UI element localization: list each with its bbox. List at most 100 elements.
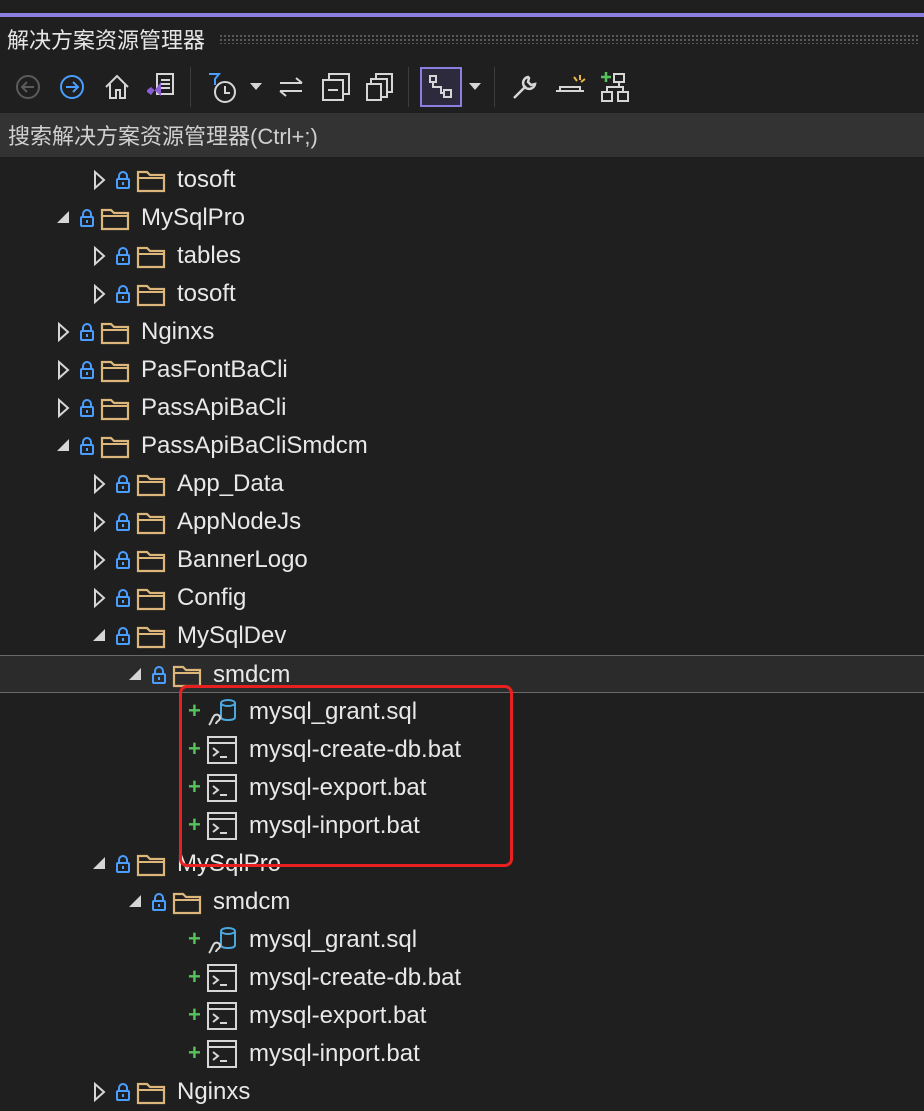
tree-folder-item[interactable]: MySqlPro — [0, 845, 924, 883]
dropdown-arrow-icon — [250, 83, 262, 90]
expand-arrow[interactable] — [90, 549, 110, 571]
collapse-arrow[interactable] — [54, 208, 74, 228]
expand-arrow[interactable] — [54, 321, 74, 343]
expanded-triangle-icon — [129, 668, 141, 680]
tree-folder-item[interactable]: BannerLogo — [0, 541, 924, 579]
tree-folder-item[interactable]: AppNodeJs — [0, 503, 924, 541]
expand-arrow[interactable] — [90, 283, 110, 305]
back-icon — [16, 75, 40, 99]
expanded-triangle-icon — [93, 629, 105, 641]
back-button[interactable] — [12, 61, 44, 113]
expanded-triangle-icon — [129, 895, 141, 907]
expand-arrow[interactable] — [90, 587, 110, 609]
preview-dropdown[interactable] — [466, 61, 484, 113]
added-to-source-control-icon: + — [188, 926, 201, 951]
tree-file-item[interactable]: + mysql-inport.bat — [0, 1035, 924, 1073]
batch-file-icon-wrapper — [206, 963, 238, 993]
tree-item-label: Nginxs — [141, 318, 215, 345]
batch-file-icon — [207, 1002, 237, 1030]
dropdown-arrow-icon — [469, 83, 481, 90]
tree-folder-item[interactable]: PassApiBaCli — [0, 389, 924, 427]
tree-folder-item[interactable]: MySqlPro — [0, 199, 924, 237]
forward-button[interactable] — [56, 61, 88, 113]
tree-file-item[interactable]: + mysql-export.bat — [0, 997, 924, 1035]
lock-icon-wrapper — [116, 589, 130, 607]
switch-views-button[interactable] — [142, 61, 178, 113]
tree-item-label: mysql-inport.bat — [249, 1040, 420, 1067]
tree-file-item[interactable]: + mysql-inport.bat — [0, 807, 924, 845]
folder-icon-wrapper — [136, 625, 166, 649]
pending-changes-button[interactable] — [550, 61, 590, 113]
collapse-arrow[interactable] — [90, 626, 110, 646]
properties-button[interactable] — [506, 61, 544, 113]
tree-file-item[interactable]: + mysql-create-db.bat — [0, 731, 924, 769]
folder-icon — [172, 892, 202, 915]
collapsed-triangle-icon — [58, 359, 70, 381]
tree-folder-item[interactable]: Nginxs — [0, 1073, 924, 1111]
toolbar — [0, 61, 924, 113]
lock-icon-wrapper — [116, 551, 130, 569]
expand-arrow[interactable] — [90, 169, 110, 191]
expand-arrow[interactable] — [90, 473, 110, 495]
expanded-triangle-icon — [93, 857, 105, 869]
tree-file-item[interactable]: + mysql-export.bat — [0, 769, 924, 807]
panel-titlebar[interactable]: 解决方案资源管理器 — [0, 17, 924, 61]
collapse-all-button[interactable] — [318, 61, 354, 113]
sql-file-icon-wrapper — [206, 697, 238, 727]
lock-icon — [116, 171, 130, 189]
lock-icon — [152, 666, 166, 684]
drag-grip[interactable] — [219, 34, 918, 44]
tree-folder-item[interactable]: tosoft — [0, 275, 924, 313]
tree-item-label: MySqlPro — [177, 850, 282, 877]
collapse-arrow[interactable] — [126, 665, 146, 685]
add-to-solution-icon — [601, 72, 629, 102]
panel-title: 解决方案资源管理器 — [7, 28, 206, 53]
batch-file-icon — [207, 736, 237, 764]
lock-icon — [116, 855, 130, 873]
expand-arrow[interactable] — [54, 397, 74, 419]
collapse-arrow[interactable] — [126, 892, 146, 912]
folder-icon-wrapper — [100, 397, 130, 421]
tree-folder-item[interactable]: tables — [0, 237, 924, 275]
tree-file-item[interactable]: + mysql-create-db.bat — [0, 959, 924, 997]
tree-item-label: BannerLogo — [177, 546, 308, 573]
pending-changes-filter-button[interactable] — [202, 61, 242, 113]
preview-selected-items-button[interactable] — [419, 61, 463, 113]
tree-folder-item[interactable]: PassApiBaCliSmdcm — [0, 427, 924, 465]
pending-changes-dropdown[interactable] — [246, 61, 266, 113]
expand-arrow[interactable] — [90, 511, 110, 533]
tree-folder-item[interactable]: Config — [0, 579, 924, 617]
tree-folder-item[interactable]: MySqlDev — [0, 617, 924, 655]
show-all-files-button[interactable] — [362, 61, 398, 113]
tree-folder-item[interactable]: PasFontBaCli — [0, 351, 924, 389]
expand-arrow[interactable] — [54, 359, 74, 381]
batch-file-icon — [207, 774, 237, 802]
lock-icon — [80, 323, 94, 341]
collapsed-triangle-icon — [94, 473, 106, 495]
tree-folder-item[interactable]: Nginxs — [0, 313, 924, 351]
preview-selected-items-icon — [429, 75, 452, 98]
collapse-arrow[interactable] — [54, 436, 74, 456]
lock-icon-wrapper — [80, 399, 94, 417]
added-to-source-control-icon: + — [188, 774, 201, 799]
tree-folder-item[interactable]: smdcm — [0, 883, 924, 921]
add-to-solution-button[interactable] — [596, 61, 634, 113]
tree-file-item[interactable]: + mysql_grant.sql — [0, 693, 924, 731]
expand-arrow[interactable] — [90, 1081, 110, 1103]
batch-file-icon — [207, 1040, 237, 1068]
folder-icon — [100, 398, 130, 421]
expanded-triangle-icon — [57, 211, 69, 223]
tree-folder-item[interactable]: tosoft — [0, 161, 924, 199]
tree-folder-item[interactable]: smdcm — [0, 655, 924, 693]
expand-arrow[interactable] — [90, 245, 110, 267]
tree-file-item[interactable]: + mysql_grant.sql — [0, 921, 924, 959]
tree-folder-item[interactable]: App_Data — [0, 465, 924, 503]
folder-icon — [100, 360, 130, 383]
search-box[interactable]: 搜索解决方案资源管理器(Ctrl+;) — [0, 113, 924, 157]
added-to-source-control-icon: + — [188, 964, 201, 989]
sync-with-active-document-button[interactable] — [274, 61, 308, 113]
added-to-source-control-icon: + — [188, 736, 201, 761]
collapse-arrow[interactable] — [90, 854, 110, 874]
toolbar-separator — [494, 67, 495, 107]
home-button[interactable] — [100, 61, 134, 113]
